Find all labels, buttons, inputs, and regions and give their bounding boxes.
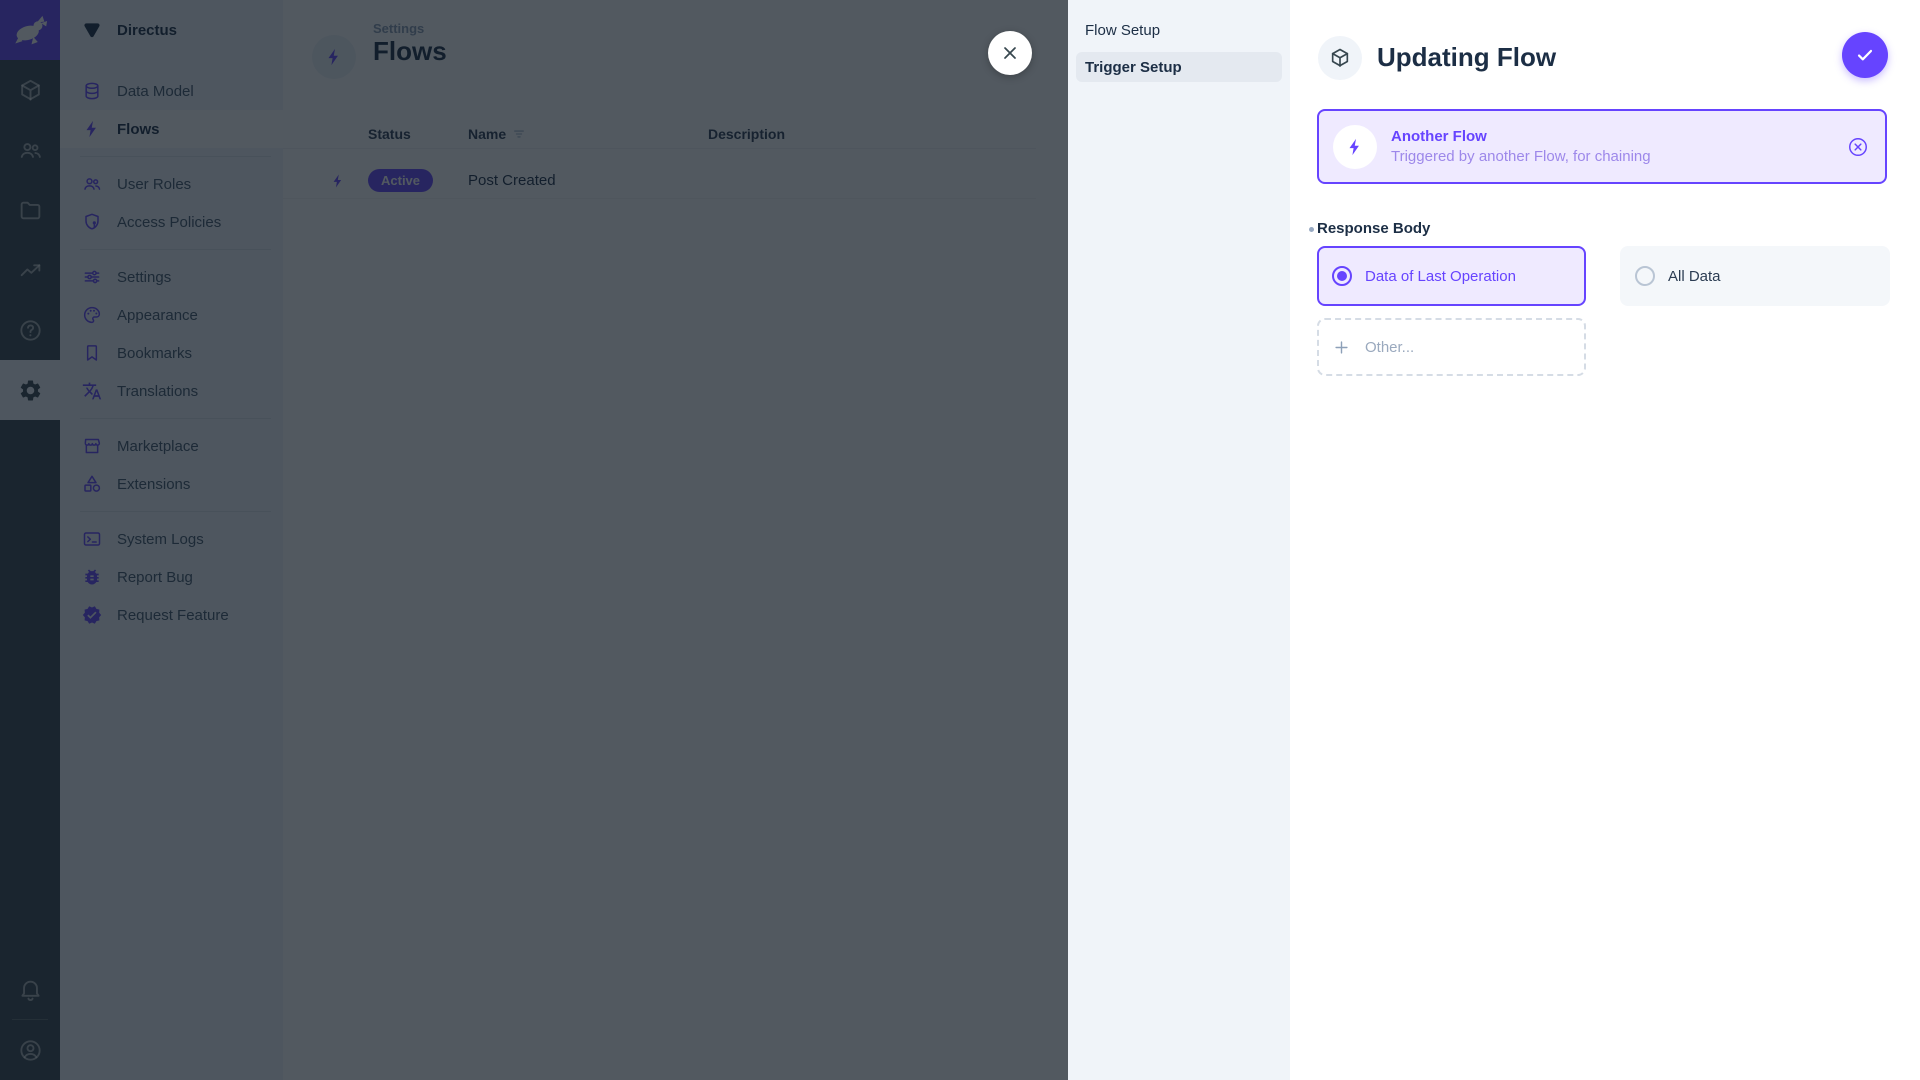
option-all-data[interactable]: All Data — [1620, 246, 1890, 306]
option-label: All Data — [1668, 267, 1721, 285]
box-icon — [1329, 47, 1351, 69]
trigger-card-title: Another Flow — [1391, 127, 1487, 145]
option-data-of-last-operation[interactable]: Data of Last Operation — [1317, 246, 1586, 306]
other-option-label: Other... — [1365, 338, 1415, 356]
drawer-content: Updating Flow Another Flow Triggered by … — [1290, 0, 1920, 1080]
field-label: Response Body — [1317, 220, 1431, 237]
save-button[interactable] — [1842, 32, 1888, 78]
trigger-type-card[interactable]: Another Flow Triggered by another Flow, … — [1317, 109, 1887, 184]
deselect-trigger-icon[interactable] — [1847, 136, 1869, 158]
radio-unselected-icon — [1635, 266, 1655, 286]
close-icon — [1000, 43, 1020, 63]
response-body-field-label-row: Response Body — [1309, 220, 1430, 237]
directus-app: Directus Data ModelFlowsUser RolesAccess… — [0, 0, 1920, 1080]
drawer-title: Updating Flow — [1377, 42, 1557, 72]
check-icon — [1854, 44, 1876, 66]
trigger-card-subtitle: Triggered by another Flow, for chaining — [1391, 147, 1651, 165]
trigger-icon-bubble — [1333, 124, 1377, 169]
required-indicator — [1309, 226, 1314, 232]
drawer-title-icon-bubble — [1318, 36, 1362, 80]
close-drawer-button[interactable] — [988, 31, 1032, 75]
drawer-navigation: Flow Setup Trigger Setup — [1068, 0, 1290, 1080]
radio-selected-icon — [1332, 266, 1352, 286]
other-option-button[interactable]: Other... — [1317, 318, 1586, 376]
drawer-overlay[interactable] — [0, 0, 1068, 1080]
drawer-nav-trigger-setup[interactable]: Trigger Setup — [1076, 52, 1282, 82]
bolt-icon — [1345, 137, 1365, 157]
option-label: Data of Last Operation — [1365, 267, 1516, 285]
plus-icon — [1332, 338, 1351, 357]
drawer-nav-flow-setup[interactable]: Flow Setup — [1076, 15, 1282, 45]
